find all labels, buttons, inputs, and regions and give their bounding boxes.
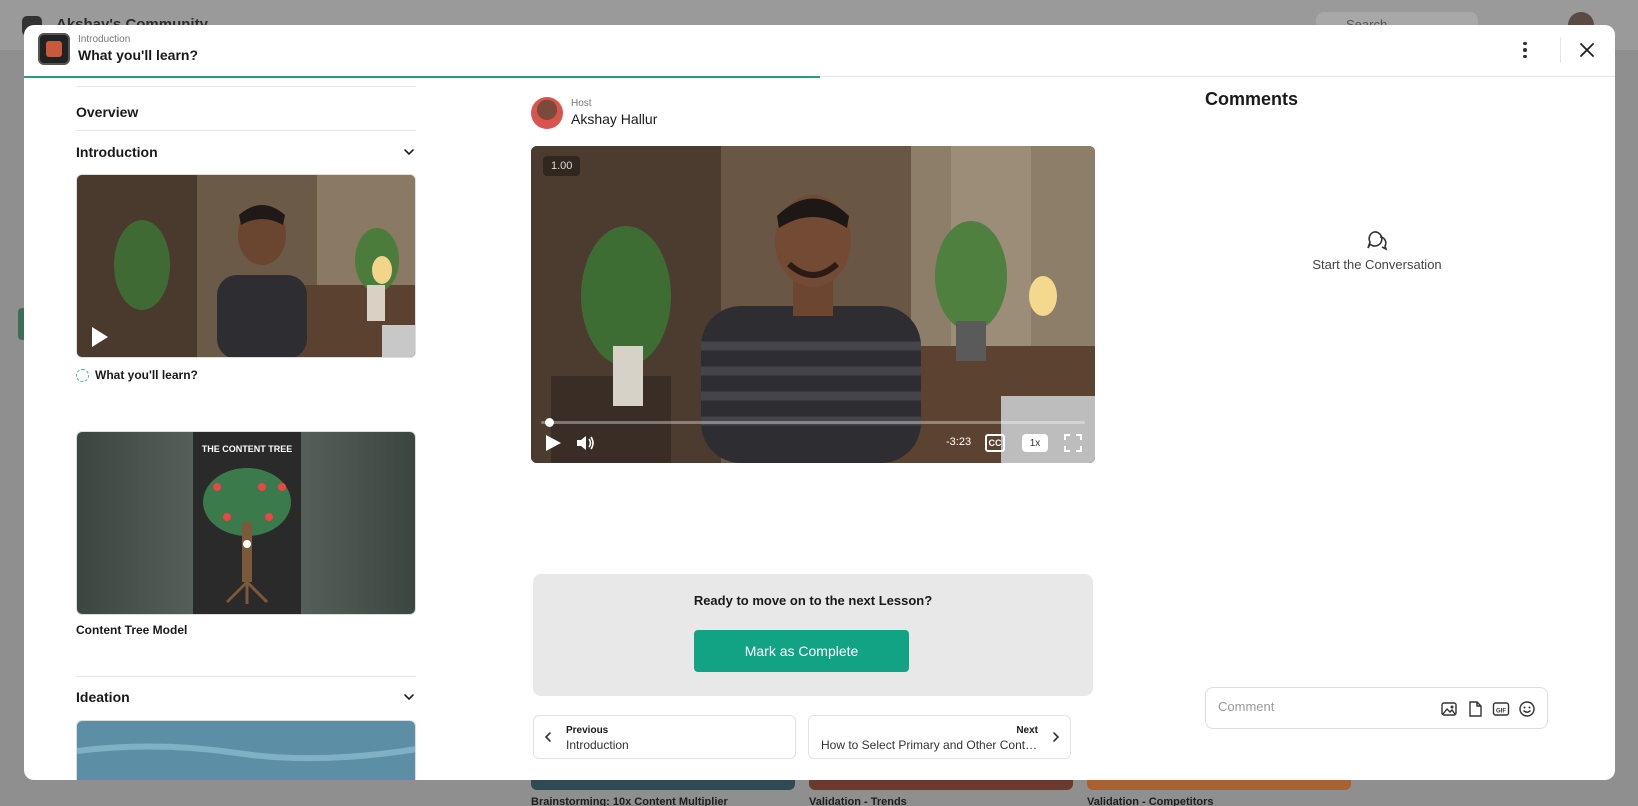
lesson-item-what-youll-learn[interactable]: What you'll learn? [76,368,198,382]
empty-comments-text: Start the Conversation [1312,257,1442,272]
video-scrubber[interactable] [541,418,1085,427]
video-frame [531,146,1095,463]
lesson-item-content-tree[interactable]: Content Tree Model [76,623,187,637]
section-label: Ideation [76,689,130,705]
chevron-down-icon [404,149,414,156]
chevron-left-icon [544,732,551,742]
divider [76,676,416,677]
chevron-down-icon [404,694,414,701]
background-card-3 [1087,780,1351,790]
previous-title: Introduction [566,738,629,752]
chat-bubbles-icon [1367,231,1388,251]
ideation-still [77,721,415,780]
chevron-right-icon [1053,732,1060,742]
file-attach-icon[interactable] [1466,700,1484,718]
lesson-title: What you'll learn? [95,368,198,382]
next-lesson-question: Ready to move on to the next Lesson? [693,593,933,608]
section-introduction[interactable]: Introduction [76,140,416,164]
header-divider [1560,37,1561,63]
volume-icon[interactable] [575,432,595,454]
background-card-title-1: Brainstorming: 10x Content Multiplier [531,796,728,806]
lesson-thumbnail-content-tree[interactable]: THE CONTENT TREE [76,431,416,615]
play-icon[interactable] [543,432,563,454]
more-options-icon[interactable] [1514,39,1536,61]
lesson-title: Content Tree Model [76,623,188,637]
next-lesson-panel: Ready to move on to the next Lesson? Mar… [533,574,1093,696]
lesson-sidebar: Overview Introduction What you'll learn?… [50,78,416,780]
host-avatar [531,97,563,129]
svg-text:GIF: GIF [1496,708,1506,714]
divider [76,86,416,87]
section-ideation[interactable]: Ideation [76,685,416,709]
background-card-title-3: Validation - Competitors [1087,796,1214,806]
host-label: Host [571,98,592,109]
content-tree-still [77,432,415,614]
header-lesson-title: What you'll learn? [78,47,199,63]
gif-icon[interactable]: GIF [1492,700,1510,718]
closed-captions-button[interactable]: CC [985,434,1005,452]
modal-header: Introduction What you'll learn? [24,25,1615,77]
time-remaining: -3:23 [946,436,972,448]
mark-complete-button[interactable]: Mark as Complete [694,630,909,672]
playback-rate-button[interactable]: 1x [1022,434,1048,452]
close-icon[interactable] [1576,39,1598,61]
playback-speed-badge: 1.00 [543,156,581,176]
emoji-icon[interactable] [1518,700,1536,718]
comment-box: GIF [1205,687,1548,729]
play-icon[interactable] [87,325,111,349]
in-progress-icon [76,368,89,382]
video-player[interactable]: 1.00 -3:23 CC 1x [531,146,1095,463]
comment-input[interactable] [1218,699,1418,714]
next-lesson-button[interactable]: Next How to Select Primary and Other Con… [808,715,1071,759]
comments-title: Comments [1205,89,1299,109]
previous-lesson-button[interactable]: Previous Introduction [533,715,796,759]
course-thumbnail [38,33,70,65]
fullscreen-icon[interactable] [1063,432,1083,454]
header-section-name: Introduction [78,34,131,45]
background-card-1 [531,780,795,790]
sidebar-item-overview[interactable]: Overview [76,104,138,120]
image-upload-icon[interactable] [1440,700,1458,718]
lesson-thumbnail-what-youll-learn[interactable] [76,174,416,358]
background-card-2 [809,780,1073,790]
lesson-video-still [77,175,415,357]
next-title: How to Select Primary and Other Content.… [821,738,1041,752]
next-label: Next [1016,725,1038,736]
host-name: Akshay Hallur [571,111,658,127]
divider [76,130,416,131]
lesson-modal: Introduction What you'll learn? Overview… [24,25,1615,780]
background-card-title-2: Validation - Trends [809,796,907,806]
thumbnail-heading: THE CONTENT TREE [201,444,293,454]
previous-label: Previous [566,725,609,736]
lesson-thumbnail-ideation[interactable] [76,720,416,780]
section-label: Introduction [76,144,158,160]
